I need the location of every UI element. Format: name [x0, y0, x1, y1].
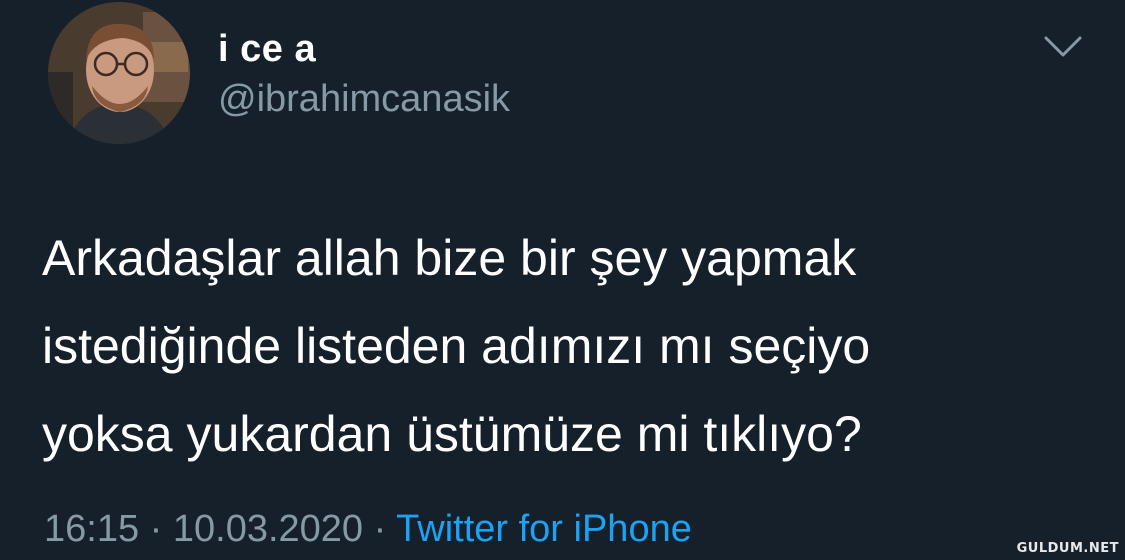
tweet-text-line: yoksa yukardan üstümüze mi tıklıyo?: [42, 406, 862, 462]
display-name[interactable]: i ce a: [218, 28, 316, 71]
watermark: GULDUM.NET: [1016, 541, 1119, 556]
avatar[interactable]: [48, 2, 190, 144]
meta-separator: ·: [373, 508, 387, 550]
tweet-text-line: Arkadaşlar allah bize bir şey yapmak: [42, 230, 857, 286]
tweet-time[interactable]: 16:15: [44, 508, 139, 550]
tweet-text: Arkadaşlar allah bize bir şey yapmak ist…: [42, 214, 1082, 478]
tweet-date[interactable]: 10.03.2020: [173, 508, 363, 550]
meta-separator: ·: [149, 508, 163, 550]
tweet-meta: 16:15 · 10.03.2020 · Twitter for iPhone: [44, 508, 692, 551]
chevron-down-icon[interactable]: [1040, 30, 1086, 64]
user-handle[interactable]: @ibrahimcanasik: [218, 78, 510, 121]
tweet-text-line: istediğinde listeden adımızı mı seçiyo: [42, 318, 871, 374]
profile-photo: [48, 2, 190, 144]
tweet-source-link[interactable]: Twitter for iPhone: [396, 508, 692, 550]
